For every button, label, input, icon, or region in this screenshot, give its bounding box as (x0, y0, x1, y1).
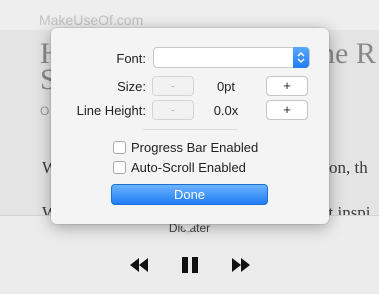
auto-scroll-checkbox[interactable]: Auto-Scroll Enabled (113, 160, 246, 175)
line-height-increase-button[interactable]: + (266, 100, 308, 120)
checkbox-box[interactable] (113, 161, 126, 174)
article-byline-fragment: O (40, 104, 50, 118)
pause-icon[interactable] (179, 255, 201, 275)
size-value: 0pt (216, 79, 236, 94)
auto-scroll-label: Auto-Scroll Enabled (131, 160, 246, 175)
checkbox-box[interactable] (113, 141, 126, 154)
font-label: Font: (116, 51, 146, 66)
size-decrease-button[interactable]: - (152, 76, 194, 96)
done-button[interactable]: Done (111, 184, 268, 205)
select-chevrons-icon (293, 47, 309, 68)
font-select[interactable] (153, 47, 310, 68)
size-increase-button[interactable]: + (266, 76, 308, 96)
popover-arrow (179, 223, 197, 232)
divider (143, 129, 237, 130)
site-tag: MakeUseOf.com (39, 12, 144, 28)
fast-forward-icon[interactable] (230, 255, 252, 275)
line-height-decrease-button[interactable]: - (152, 100, 194, 120)
text-settings-popover: Font: Size: - 0pt + Line Height: - 0.0x … (51, 28, 329, 224)
progress-bar-label: Progress Bar Enabled (131, 140, 259, 155)
rewind-icon[interactable] (128, 255, 150, 275)
progress-bar-checkbox[interactable]: Progress Bar Enabled (113, 140, 258, 155)
size-label: Size: (117, 79, 146, 94)
line-height-label: Line Height: (76, 103, 146, 118)
line-height-value: 0.0x (213, 103, 239, 118)
